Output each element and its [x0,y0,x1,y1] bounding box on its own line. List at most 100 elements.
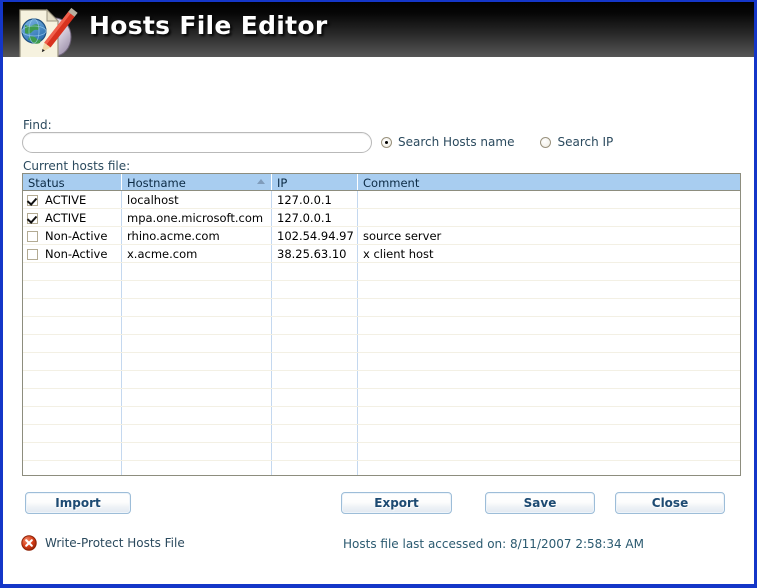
table-row[interactable]: Non-Active rhino.acme.com 102.54.94.97 sour… [23,227,740,245]
empty-cell [122,299,272,316]
empty-cell [358,281,740,298]
search-input[interactable] [22,132,372,153]
column-header-comment[interactable]: Comment [358,174,740,190]
empty-cell [122,353,272,370]
empty-cell [122,443,272,460]
empty-cell [272,353,358,370]
row-hostname-cell: x.acme.com [122,245,272,262]
empty-cell [272,389,358,406]
write-protect-hosts-file-action[interactable]: Write-Protect Hosts File [21,535,185,551]
row-ip-cell: 127.0.0.1 [272,209,358,226]
row-comment-cell: source server [363,229,442,243]
table-empty-row [23,281,740,299]
column-header-ip[interactable]: IP [272,174,358,190]
empty-cell [358,461,740,475]
page-title: Hosts File Editor [89,11,328,40]
hosts-file-document-globe-pencil-icon [11,4,81,57]
row-comment-cell [358,209,740,226]
row-status-label: Non-Active [45,247,108,261]
column-header-hostname[interactable]: Hostname [122,174,272,190]
empty-cell [358,317,740,334]
row-status-cell: ACTIVE [23,191,122,208]
checkbox-unchecked-icon[interactable] [27,230,38,242]
empty-cell [23,461,122,475]
empty-cell [23,335,122,352]
table-empty-area [23,263,740,475]
row-ip-cell: 102.54.94.97 [272,227,358,244]
radio-search-hosts-name[interactable]: Search Hosts name [381,135,514,149]
title-bar: Hosts File Editor [3,2,754,57]
empty-cell [358,299,740,316]
table-empty-row [23,425,740,443]
table-empty-row [23,263,740,281]
red-x-circle-icon [21,535,37,551]
empty-cell [23,443,122,460]
checkbox-checked-icon[interactable] [27,212,38,224]
last-accessed-status: Hosts file last accessed on: 8/11/2007 2… [343,537,644,551]
row-status-cell: Non-Active [23,227,122,244]
column-header-status[interactable]: Status [23,174,122,190]
row-comment-cell [358,191,740,208]
empty-cell [23,353,122,370]
empty-cell [122,425,272,442]
close-button[interactable]: Close [615,492,725,514]
table-empty-row [23,407,740,425]
radio-search-ip-label: Search IP [557,135,614,149]
empty-cell [23,263,122,280]
radio-search-ip[interactable]: Search IP [540,135,613,149]
empty-cell [358,425,740,442]
empty-cell [272,407,358,424]
empty-cell [122,281,272,298]
radio-selected-icon[interactable] [381,136,392,148]
row-status-cell: ACTIVE [23,209,122,226]
hosts-table: Status Hostname IP Comment ACTIVE localho… [22,173,741,476]
table-empty-row [23,317,740,335]
table-empty-row [23,443,740,461]
row-ip-cell: 127.0.0.1 [272,191,358,208]
save-button[interactable]: Save [485,492,595,514]
import-button[interactable]: Import [25,492,131,514]
radio-unselected-icon[interactable] [540,136,552,148]
table-empty-row [23,353,740,371]
empty-cell [358,389,740,406]
empty-cell [272,335,358,352]
table-caption: Current hosts file: [23,159,131,173]
find-label: Find: [23,118,52,132]
column-header-hostname-label: Hostname [127,175,186,190]
empty-cell [122,335,272,352]
export-button[interactable]: Export [341,492,452,514]
empty-cell [272,461,358,475]
empty-cell [23,425,122,442]
search-mode-radio-group: Search Hosts name Search IP [381,135,639,149]
empty-cell [358,353,740,370]
table-row[interactable]: Non-Active x.acme.com 38.25.63.10 x client … [23,245,740,263]
empty-cell [358,407,740,424]
empty-cell [272,263,358,280]
empty-cell [23,299,122,316]
row-hostname-cell: rhino.acme.com [122,227,272,244]
empty-cell [23,389,122,406]
row-comment-cell: x client host [363,247,434,261]
empty-cell [358,371,740,388]
table-row[interactable]: ACTIVE mpa.one.microsoft.com 127.0.0.1 [23,209,740,227]
checkbox-checked-icon[interactable] [27,194,38,206]
row-status-cell: Non-Active [23,245,122,262]
empty-cell [122,263,272,280]
table-empty-row [23,389,740,407]
table-body: ACTIVE localhost 127.0.0.1 ACTIVE mpa.one.mi… [23,191,740,475]
empty-cell [122,407,272,424]
empty-cell [358,335,740,352]
empty-cell [23,317,122,334]
empty-cell [122,371,272,388]
empty-cell [23,407,122,424]
empty-cell [272,317,358,334]
checkbox-unchecked-icon[interactable] [27,248,38,260]
empty-cell [358,443,740,460]
row-status-label: ACTIVE [45,193,87,207]
row-status-label: Non-Active [45,229,108,243]
empty-cell [272,281,358,298]
empty-cell [272,425,358,442]
empty-cell [23,371,122,388]
row-hostname-cell: mpa.one.microsoft.com [122,209,272,226]
table-row[interactable]: ACTIVE localhost 127.0.0.1 [23,191,740,209]
